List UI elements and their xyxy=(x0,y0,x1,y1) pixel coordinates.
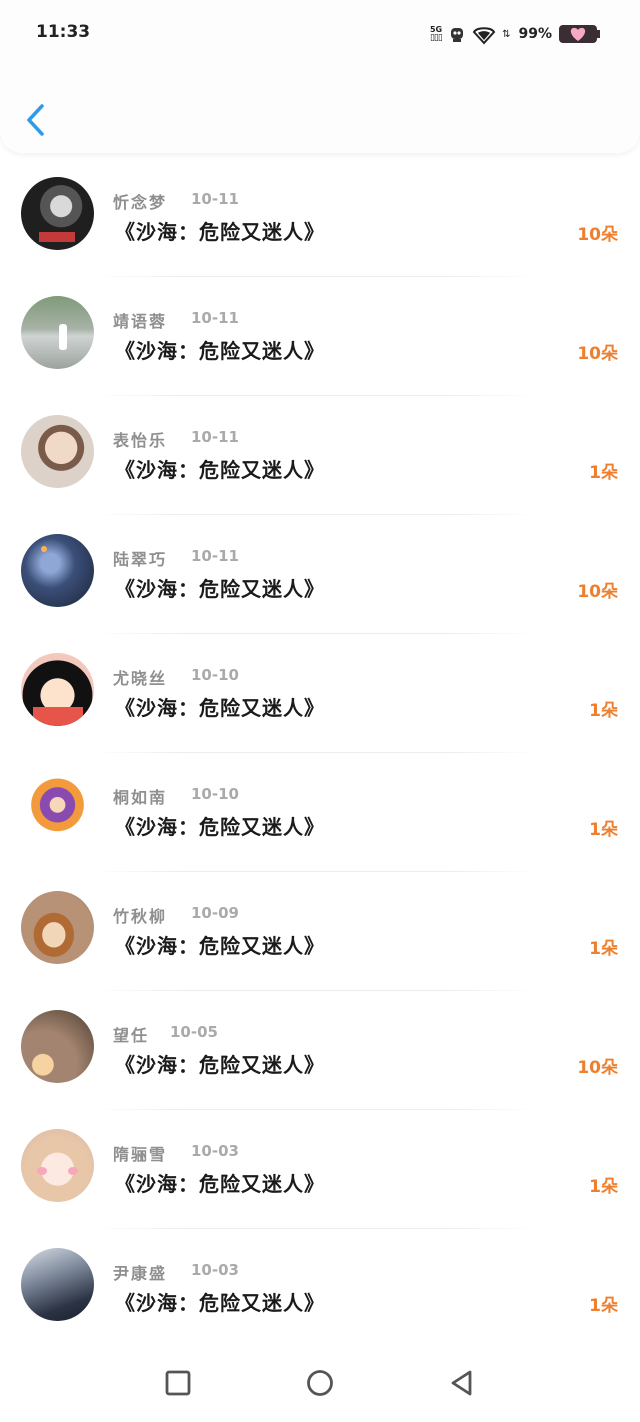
book-title: 《沙海：危险又迷人》 xyxy=(115,815,325,839)
avatar xyxy=(21,534,94,607)
send-date: 10-11 xyxy=(191,547,239,565)
gift-amount: 1朵 xyxy=(589,820,618,840)
sender-name: 望任 xyxy=(113,1026,150,1045)
book-title: 《沙海：危险又迷人》 xyxy=(115,220,325,244)
list-item[interactable]: 表怡乐 10-11 《沙海：危险又迷人》 1朵 xyxy=(0,396,640,515)
list-item[interactable]: 陆翠巧 10-11 《沙海：危险又迷人》 10朵 xyxy=(0,515,640,634)
wifi-icon xyxy=(472,27,496,45)
avatar xyxy=(21,891,94,964)
gift-amount: 1朵 xyxy=(589,1177,618,1197)
book-title: 《沙海：危险又迷人》 xyxy=(115,1291,325,1315)
send-date: 10-10 xyxy=(191,666,239,684)
list-item[interactable]: 靖语蓉 10-11 《沙海：危险又迷人》 10朵 xyxy=(0,277,640,396)
send-date: 10-11 xyxy=(191,309,239,327)
list-item[interactable]: 尤晓丝 10-10 《沙海：危险又迷人》 1朵 xyxy=(0,634,640,753)
book-title: 《沙海：危险又迷人》 xyxy=(115,458,325,482)
gift-amount: 10朵 xyxy=(577,225,618,245)
send-date: 10-11 xyxy=(191,190,239,208)
sender-name: 尤晓丝 xyxy=(113,669,168,688)
sender-name: 陆翠巧 xyxy=(113,550,168,569)
sender-name: 竹秋柳 xyxy=(113,907,168,926)
data-arrows-icon: ⇅ xyxy=(502,28,511,40)
cellular-signal-icon: 5G ▯▯▯ xyxy=(429,25,443,43)
sender-name: 靖语蓉 xyxy=(113,312,168,331)
avatar xyxy=(21,415,94,488)
header: 11:33 5G ▯▯▯ ⇅ 99% xyxy=(0,0,640,153)
gift-amount: 1朵 xyxy=(589,1296,618,1316)
book-title: 《沙海：危险又迷人》 xyxy=(115,934,325,958)
gift-amount: 1朵 xyxy=(589,939,618,959)
list-item[interactable]: 桐如南 10-10 《沙海：危险又迷人》 1朵 xyxy=(0,753,640,872)
status-icons: 5G ▯▯▯ ⇅ 99% xyxy=(430,20,600,48)
sender-name: 表怡乐 xyxy=(113,431,168,450)
avatar xyxy=(21,177,94,250)
gift-amount: 1朵 xyxy=(589,463,618,483)
list-item[interactable]: 忻念梦 10-11 《沙海：危险又迷人》 10朵 xyxy=(0,158,640,277)
avatar xyxy=(21,296,94,369)
system-navigation-bar xyxy=(0,1345,640,1422)
avatar xyxy=(21,1129,94,1202)
send-date: 10-11 xyxy=(191,428,239,446)
back-arrow-icon[interactable] xyxy=(22,100,50,140)
list-item[interactable]: 隋骊雪 10-03 《沙海：危险又迷人》 1朵 xyxy=(0,1110,640,1229)
gift-amount: 1朵 xyxy=(589,701,618,721)
gift-amount: 10朵 xyxy=(577,582,618,602)
book-title: 《沙海：危险又迷人》 xyxy=(115,339,325,363)
book-title: 《沙海：危险又迷人》 xyxy=(115,696,325,720)
avatar xyxy=(21,653,94,726)
send-date: 10-03 xyxy=(191,1142,239,1160)
avatar xyxy=(21,772,94,845)
bluetooth-icon xyxy=(451,28,464,42)
sender-name: 隋骊雪 xyxy=(113,1145,168,1164)
send-date: 10-09 xyxy=(191,904,239,922)
avatar xyxy=(21,1248,94,1321)
list-item[interactable]: 竹秋柳 10-09 《沙海：危险又迷人》 1朵 xyxy=(0,872,640,991)
send-date: 10-03 xyxy=(191,1261,239,1279)
send-date: 10-05 xyxy=(170,1023,218,1041)
avatar xyxy=(21,1010,94,1083)
sender-name: 桐如南 xyxy=(113,788,168,807)
sender-name: 尹康盛 xyxy=(113,1264,168,1283)
home-icon[interactable] xyxy=(305,1368,335,1398)
recent-apps-icon[interactable] xyxy=(163,1368,193,1398)
back-triangle-icon[interactable] xyxy=(447,1368,477,1398)
status-time: 11:33 xyxy=(36,22,91,42)
list-item[interactable]: 望任 10-05 《沙海：危险又迷人》 10朵 xyxy=(0,991,640,1110)
list-item[interactable]: 尹康盛 10-03 《沙海：危险又迷人》 1朵 xyxy=(0,1229,640,1348)
battery-heart-icon xyxy=(559,25,600,43)
gift-amount: 10朵 xyxy=(577,344,618,364)
send-date: 10-10 xyxy=(191,785,239,803)
gift-amount: 10朵 xyxy=(577,1058,618,1078)
book-title: 《沙海：危险又迷人》 xyxy=(115,1053,325,1077)
book-title: 《沙海：危险又迷人》 xyxy=(115,1172,325,1196)
sender-name: 忻念梦 xyxy=(113,193,168,212)
book-title: 《沙海：危险又迷人》 xyxy=(115,577,325,601)
battery-percent: 99% xyxy=(518,26,552,42)
